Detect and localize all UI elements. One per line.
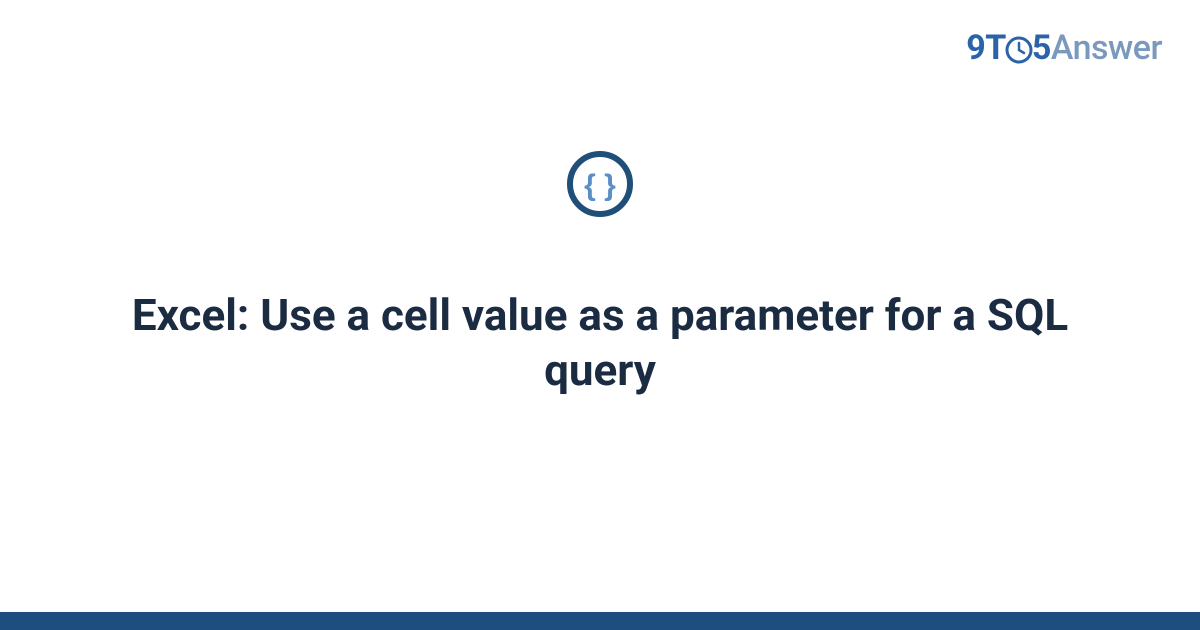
logo-prefix: 9T [966, 28, 1006, 68]
site-logo: 9T 5Answer [966, 28, 1162, 68]
footer-bar [0, 612, 1200, 630]
page-title: Excel: Use a cell value as a parameter f… [0, 288, 1200, 398]
logo-suffix: Answer [1051, 28, 1162, 68]
svg-text:{ }: { } [584, 169, 616, 202]
logo-clock-icon [1006, 35, 1032, 65]
logo-digit: 5 [1032, 28, 1051, 68]
code-braces-icon: { } [564, 148, 636, 220]
